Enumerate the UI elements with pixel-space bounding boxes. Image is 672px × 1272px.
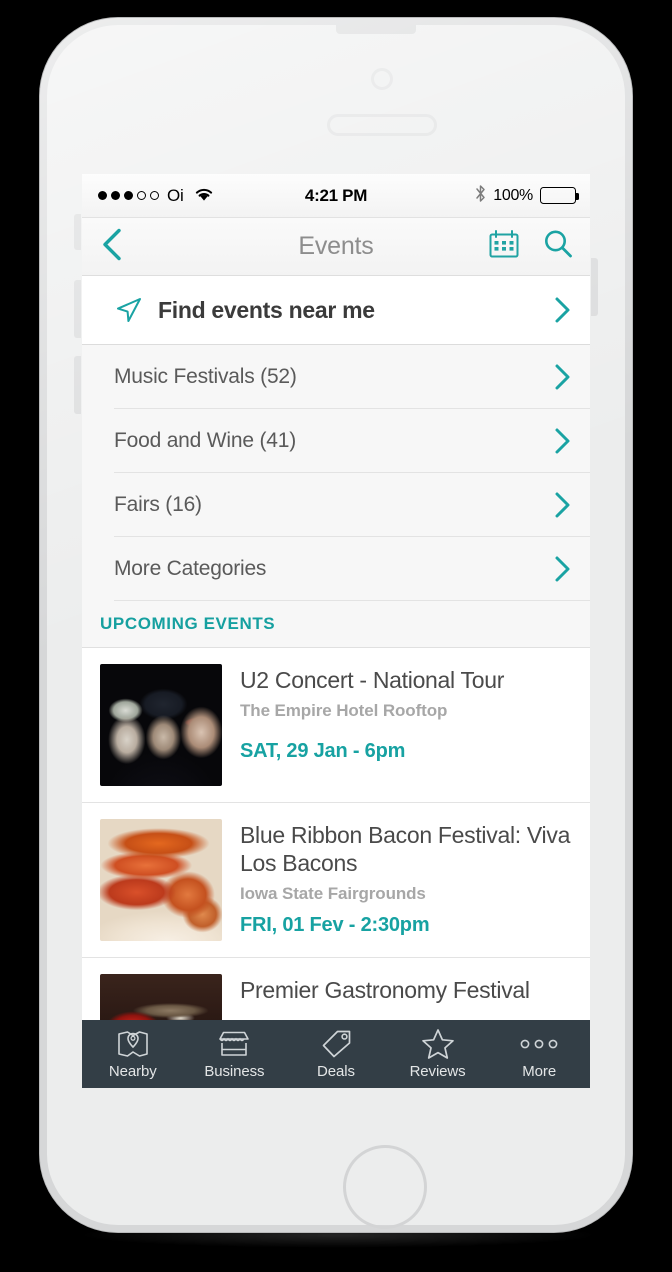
event-details: Blue Ribbon Bacon Festival: Viva Los Bac… xyxy=(240,819,574,937)
event-row-u2-concert[interactable]: U2 Concert - National Tour The Empire Ho… xyxy=(82,648,590,803)
event-venue: The Empire Hotel Rooftop xyxy=(240,701,448,721)
phone-screen: Oi 4:21 PM 100% Events Find events near … xyxy=(82,174,590,1088)
category-row-food-and-wine[interactable]: Food and Wine (41) xyxy=(82,409,590,472)
event-venue: Iowa State Fairgrounds xyxy=(240,884,426,904)
event-title: Blue Ribbon Bacon Festival: Viva Los Bac… xyxy=(240,822,571,877)
navigation-arrow-icon xyxy=(114,295,144,325)
tab-bar: Nearby Business Deals Reviews More xyxy=(82,1020,590,1088)
section-header-upcoming-events: UPCOMING EVENTS xyxy=(82,601,590,648)
volume-down-button[interactable] xyxy=(74,356,81,414)
tab-label: Reviews xyxy=(409,1063,466,1080)
chevron-right-icon xyxy=(552,426,572,456)
chevron-right-icon xyxy=(552,490,572,520)
calendar-icon[interactable] xyxy=(488,228,520,265)
search-icon[interactable] xyxy=(542,228,574,265)
event-details: Premier Gastronomy Festival xyxy=(240,974,574,1004)
category-row-more-categories[interactable]: More Categories xyxy=(82,537,590,600)
event-row-blue-ribbon-bacon-festival[interactable]: Blue Ribbon Bacon Festival: Viva Los Bac… xyxy=(82,803,590,958)
star-icon xyxy=(421,1028,455,1060)
tab-nearby[interactable]: Nearby xyxy=(82,1020,184,1088)
tab-reviews[interactable]: Reviews xyxy=(387,1020,489,1088)
bluetooth-icon xyxy=(475,184,486,208)
find-events-near-me-row[interactable]: Find events near me xyxy=(82,276,590,344)
event-date: FRI, 01 Fev - 2:30pm xyxy=(240,914,430,937)
earpiece-speaker xyxy=(327,114,437,136)
volume-up-button[interactable] xyxy=(74,280,81,338)
power-button[interactable] xyxy=(591,258,598,316)
tab-label: Nearby xyxy=(108,1063,157,1080)
tab-label: Business xyxy=(204,1063,265,1080)
ellipsis-icon xyxy=(517,1028,561,1060)
category-label: More Categories xyxy=(114,556,267,580)
tab-business[interactable]: Business xyxy=(184,1020,286,1088)
category-row-fairs[interactable]: Fairs (16) xyxy=(82,473,590,536)
phone-top-connector xyxy=(336,18,416,34)
chevron-right-icon xyxy=(552,362,572,392)
status-bar-right: 100% xyxy=(475,184,579,208)
tab-label: More xyxy=(522,1063,557,1080)
category-label: Food and Wine (41) xyxy=(114,428,296,452)
phone-mockup: Oi 4:21 PM 100% Events Find events near … xyxy=(0,0,672,1272)
event-thumbnail xyxy=(100,664,222,786)
tab-more[interactable]: More xyxy=(488,1020,590,1088)
home-button[interactable] xyxy=(343,1145,427,1229)
silent-switch[interactable] xyxy=(74,214,81,250)
event-date: SAT, 29 Jan - 6pm xyxy=(240,740,406,763)
category-label: Music Festivals (52) xyxy=(114,364,297,388)
event-title: U2 Concert - National Tour xyxy=(240,667,505,693)
category-row-music-festivals[interactable]: Music Festivals (52) xyxy=(82,345,590,408)
category-label: Fairs (16) xyxy=(114,492,202,516)
event-title: Premier Gastronomy Festival xyxy=(240,977,530,1003)
map-pin-icon xyxy=(116,1028,150,1060)
find-events-near-me-label: Find events near me xyxy=(158,296,375,323)
event-details: U2 Concert - National Tour The Empire Ho… xyxy=(240,664,574,763)
navigation-bar-actions xyxy=(488,228,574,265)
chevron-right-icon xyxy=(552,295,572,325)
front-camera xyxy=(371,68,393,90)
chevron-right-icon xyxy=(552,554,572,584)
storefront-icon xyxy=(217,1028,251,1060)
status-bar: Oi 4:21 PM 100% xyxy=(82,174,590,218)
price-tag-icon xyxy=(320,1028,352,1060)
event-thumbnail xyxy=(100,819,222,941)
tab-deals[interactable]: Deals xyxy=(285,1020,387,1088)
category-list: Music Festivals (52) Food and Wine (41) … xyxy=(82,345,590,601)
battery-percent: 100% xyxy=(493,186,533,204)
tab-label: Deals xyxy=(317,1063,355,1080)
navigation-bar: Events xyxy=(82,218,590,276)
battery-icon xyxy=(540,187,579,204)
